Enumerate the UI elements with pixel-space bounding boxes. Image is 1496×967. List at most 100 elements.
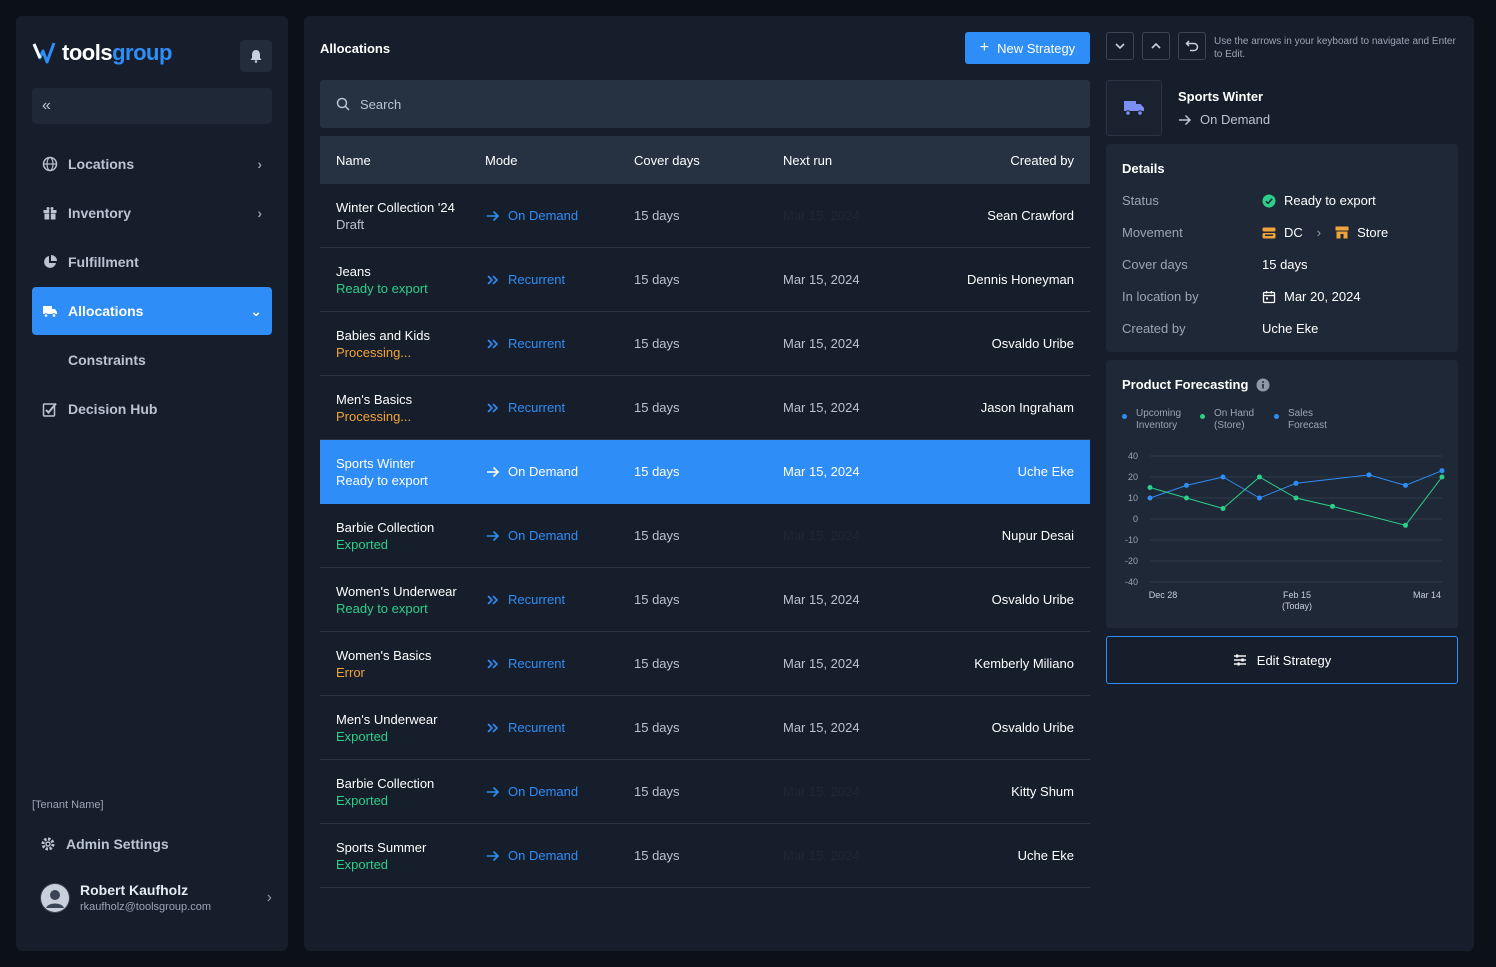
column-header-mode[interactable]: Mode [485,153,518,168]
truck-icon [42,303,58,319]
row-mode-label: On Demand [508,528,579,543]
table-row[interactable]: Men's Basics Processing... Recurrent 15 day… [320,376,1090,440]
new-strategy-button[interactable]: + New Strategy [965,32,1090,64]
sidebar-item-fulfillment[interactable]: Fulfillment [32,238,272,286]
strategy-title: Sports Winter [1178,89,1264,104]
column-header-created-by[interactable]: Created by [1010,153,1074,168]
x-tick-label: (Today) [1282,601,1312,611]
row-mode-label: Recurrent [508,592,566,607]
gift-icon [42,205,58,221]
sidebar-item-constraints[interactable]: Constraints [32,336,272,384]
detail-label: Cover days [1122,257,1188,272]
sidebar-item-locations[interactable]: Locations › [32,140,272,188]
sidebar-item-label: Decision Hub [68,401,158,417]
undo-button[interactable] [1178,32,1206,60]
detail-label: Movement [1122,225,1183,240]
admin-settings-link[interactable]: Admin Settings [40,836,169,852]
arrow-right-icon [1179,114,1192,125]
table-row[interactable]: Barbie Collection Exported On Demand 15 day… [320,760,1090,824]
undo-icon [1185,40,1199,52]
y-tick-label: 0 [1133,514,1138,524]
truck-icon [1124,101,1144,116]
logo-text-prefix: tools [62,40,113,65]
strategy-mode-label: On Demand [1200,112,1271,127]
row-name: Sports Winter [336,456,415,471]
row-created-by: Dennis Honeyman [967,272,1074,287]
tenant-name: [Tenant Name] [32,799,104,811]
y-tick-label: -10 [1125,535,1138,545]
row-name: Jeans [336,264,371,279]
column-header-name[interactable]: Name [336,153,371,168]
row-created-by: Nupur Desai [1001,528,1074,543]
sliders-icon [1233,654,1246,666]
row-name: Winter Collection '24 [336,200,455,215]
column-header-cover-days[interactable]: Cover days [634,153,700,168]
new-strategy-label: New Strategy [997,40,1076,56]
row-mode-label: Recurrent [508,656,566,671]
table-row[interactable]: Babies and Kids Processing... Recurrent 15 … [320,312,1090,376]
data-point [1257,495,1262,501]
row-name: Babies and Kids [336,328,430,343]
logo[interactable]: toolsgroup [32,40,172,66]
double-chevron-right-icon [487,338,499,349]
search-input[interactable] [360,96,960,112]
data-point [1184,495,1189,501]
row-mode: On Demand [486,848,578,863]
data-point [1147,485,1153,490]
table-row[interactable]: Sports Winter Ready to export On Demand 15 … [320,440,1090,504]
store-icon [1335,226,1349,239]
data-point [1220,506,1226,511]
user-email: rkaufholz@toolsgroup.com [80,901,212,913]
y-tick-label: 10 [1128,493,1138,503]
table-row[interactable]: Jeans Ready to export Recurrent 15 days Mar … [320,248,1090,312]
sidebar-item-decision-hub[interactable]: Decision Hub [32,385,272,433]
notifications-button[interactable] [240,40,272,72]
previous-row-button[interactable] [1142,32,1170,60]
status-badge: Processing... [336,345,412,360]
row-cover-days: 15 days [634,336,680,351]
strategy-mode: On Demand [1178,112,1270,127]
row-next-run: Mar 15, 2024 [783,464,860,479]
row-created-by: Kitty Shum [1011,784,1074,799]
arrow-right-icon [487,786,500,797]
detail-value: Mar 20, 2024 [1284,289,1361,304]
row-next-run: Mar 15, 2024 [783,272,860,287]
table-row[interactable]: Winter Collection '24 Draft On Demand 15 da… [320,184,1090,248]
row-mode: Recurrent [486,336,565,351]
table-row[interactable]: Women's Underwear Ready to export Recurren… [320,568,1090,632]
collapse-sidebar-button[interactable]: « [32,88,272,124]
plus-icon: + [979,39,990,56]
status-badge: Error [336,665,365,680]
row-created-by: Jason Ingraham [980,400,1074,415]
row-next-run: Mar 15, 2024 [783,784,860,799]
edit-strategy-button[interactable]: Edit Strategy [1106,636,1458,684]
sidebar-item-allocations[interactable]: Allocations ⌄ [32,287,272,335]
forecast-card: Product Forecasting Upcoming Inventory O… [1106,360,1458,628]
arrow-right-icon [487,850,500,861]
row-mode-label: Recurrent [508,272,566,287]
next-row-button[interactable] [1106,32,1134,60]
row-next-run: Mar 15, 2024 [783,720,860,735]
table-row[interactable]: Sports Summer Exported On Demand 15 days Mar… [320,824,1090,888]
main-panel: Allocations + New Strategy Name Mode Cov… [304,16,1474,951]
user-profile[interactable]: Robert Kaufholz rkaufholz@toolsgroup.com… [40,882,272,913]
column-header-next-run[interactable]: Next run [783,153,832,168]
row-mode: Recurrent [486,656,565,671]
search-bar[interactable] [320,80,1090,128]
pie-chart-icon [42,254,58,270]
chevron-down-icon [1115,43,1125,50]
row-mode-label: On Demand [508,464,579,479]
detail-label: Status [1122,193,1159,208]
user-icon [41,883,69,912]
table-row[interactable]: Barbie Collection Exported On Demand 15 day… [320,504,1090,568]
row-mode-label: Recurrent [508,336,566,351]
avatar [40,882,70,913]
y-tick-label: 20 [1128,472,1138,482]
x-tick-label: Feb 15 [1283,590,1311,600]
sidebar-item-inventory[interactable]: Inventory › [32,189,272,237]
double-chevron-left-icon: « [42,97,51,114]
table-row[interactable]: Men's Underwear Exported Recurrent 15 days M… [320,696,1090,760]
row-cover-days: 15 days [634,208,680,223]
y-tick-label: 40 [1128,451,1138,461]
table-row[interactable]: Women's Basics Error Recurrent 15 days Mar 1… [320,632,1090,696]
